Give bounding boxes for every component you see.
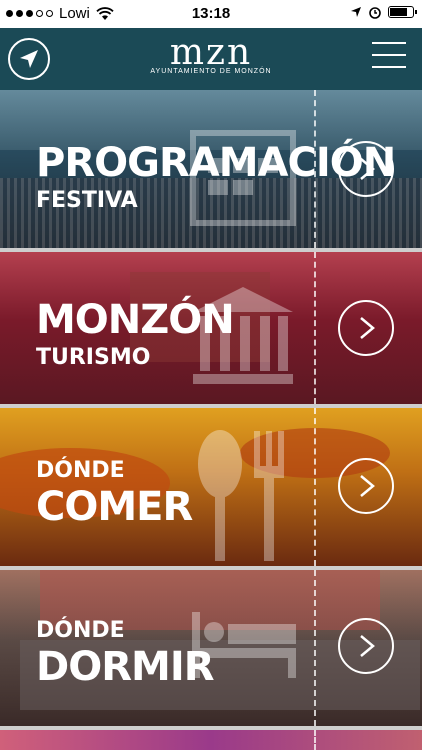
app-logo: mzn AYUNTAMIENTO DE MONZÓN (0, 32, 422, 76)
open-section-button[interactable] (338, 141, 394, 197)
section-title-line1: MONZÓN (36, 297, 235, 343)
header-bar: mzn AYUNTAMIENTO DE MONZÓN (0, 28, 422, 90)
section-comer[interactable]: DÓNDE COMER (0, 408, 422, 566)
divider-line (314, 252, 316, 404)
divider-line (314, 408, 316, 566)
chevron-right-icon (360, 475, 375, 497)
section-title-line1: DÓNDE (36, 618, 125, 643)
divider-line (314, 570, 316, 726)
location-icon (351, 7, 361, 17)
open-section-button[interactable] (338, 618, 394, 674)
section-title-line2: DORMIR (36, 644, 214, 690)
open-section-button[interactable] (338, 300, 394, 356)
open-section-button[interactable] (338, 458, 394, 514)
divider-line (314, 730, 316, 750)
section-title-line2: TURISMO (36, 345, 151, 370)
chevron-right-icon (360, 317, 375, 339)
section-title-line2: COMER (36, 484, 193, 530)
logo-text: mzn (169, 32, 253, 73)
chevron-right-icon (360, 635, 375, 657)
battery-icon (388, 6, 417, 18)
alarm-icon (369, 7, 381, 19)
section-title-line2: FESTIVA (36, 188, 138, 213)
chevron-right-icon (360, 158, 375, 180)
section-dormir[interactable]: DÓNDE DORMIR (0, 570, 422, 726)
section-title-line1: DÓNDE (36, 458, 125, 483)
fork-knife-icon (198, 430, 284, 561)
section-next-partial[interactable] (0, 730, 422, 750)
status-right (350, 5, 417, 19)
hamburger-menu-icon[interactable] (372, 42, 406, 74)
section-programacion[interactable]: PROGRAMACIÓN FESTIVA (0, 90, 422, 248)
status-bar: Lowi 13:18 (0, 0, 422, 28)
section-turismo[interactable]: MONZÓN TURISMO (0, 252, 422, 404)
logo-subtext: AYUNTAMIENTO DE MONZÓN (150, 68, 272, 75)
